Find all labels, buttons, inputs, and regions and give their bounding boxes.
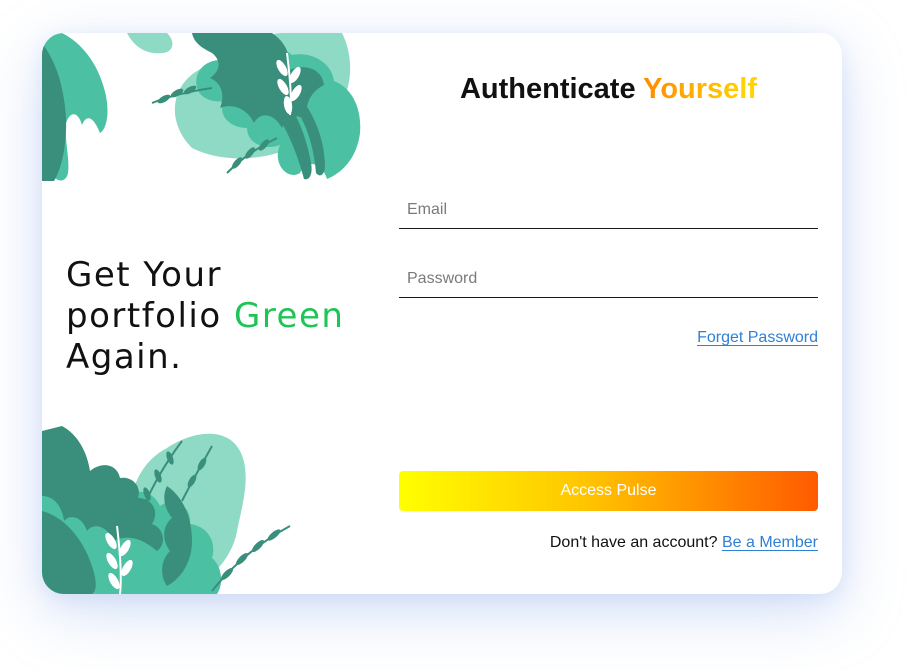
tagline-accent: Green xyxy=(233,296,345,336)
leaf-illustration-bottom xyxy=(42,426,291,594)
login-form: Authenticate Yourself Forget Password Ac… xyxy=(399,33,818,594)
tagline: Get Your portfolio Green Again. xyxy=(66,255,344,378)
form-title-prefix: Authenticate xyxy=(459,73,644,105)
form-title: Authenticate Yourself xyxy=(399,73,818,106)
form-title-accent: Yourself xyxy=(643,73,758,105)
signup-prompt-text: Don't have an account? xyxy=(549,534,718,551)
leaf-illustration-top xyxy=(42,33,361,181)
forgot-password-link[interactable]: Forget Password xyxy=(697,329,818,347)
password-field[interactable] xyxy=(399,260,818,298)
login-card: Get Your portfolio Green Again. Authenti… xyxy=(42,33,842,594)
email-field[interactable] xyxy=(399,191,818,229)
tagline-line-2: portfolio xyxy=(66,296,234,336)
be-a-member-link[interactable]: Be a Member xyxy=(722,534,818,551)
access-pulse-button[interactable]: Access Pulse xyxy=(399,471,818,511)
tagline-line-1: Get Your xyxy=(66,255,222,295)
tagline-line-3: Again. xyxy=(66,337,183,377)
illustration-panel: Get Your portfolio Green Again. xyxy=(42,33,382,594)
signup-prompt: Don't have an account? Be a Member xyxy=(550,534,818,552)
